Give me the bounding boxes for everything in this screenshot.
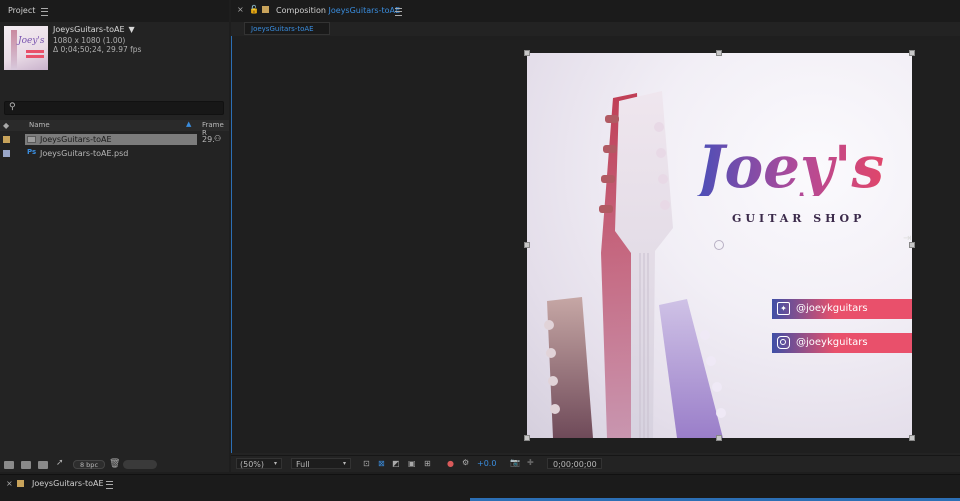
project-panel-header: Project [0,0,229,22]
grid-guides-icon[interactable]: ⊞ [424,459,431,468]
comp-breadcrumb-label: JoeysGuitars-toAE [251,25,314,33]
project-item-name: JoeysGuitars-toAE [40,135,112,144]
composition-viewer-toolbar: (50%) ▾ Full ▾ ⊡ ⊠ ◩ ▣ ⊞ ● ⚙ +0.0 📷 ✚ 0;00… [231,455,960,471]
new-composition-icon[interactable] [38,461,48,469]
composition-tab[interactable]: Composition JoeysGuitars-toAE [276,6,400,15]
column-name[interactable]: Name [29,121,50,129]
panel-menu-icon[interactable] [41,8,48,16]
twitter-handle: @joeykguitars [796,303,868,314]
mask-visibility-icon[interactable]: ◩ [392,459,400,468]
snapshot-camera-icon[interactable]: 📷 [510,458,520,467]
close-panel-icon[interactable]: × [237,5,244,14]
instagram-handle: @joeykguitars [796,337,868,348]
close-panel-icon[interactable]: × [6,479,13,488]
exposure-value[interactable]: +0.0 [477,459,496,468]
twitter-icon: ✦ [777,302,790,315]
logo-title: Joey's [697,133,885,201]
project-tab-label[interactable]: Project [8,6,35,15]
project-item-row[interactable]: Ps JoeysGuitars-toAE.psd [0,147,229,160]
anchor-point-icon[interactable] [714,240,724,250]
panel-menu-icon[interactable] [106,481,113,489]
instagram-bar: @joeykguitars [772,333,912,353]
project-item-frame-rate: 29. [202,135,215,144]
twitter-bar: ✦ @joeykguitars [772,299,912,319]
fast-previews-icon[interactable]: ⊡ [363,459,370,468]
show-snapshot-icon[interactable]: ✚ [527,458,534,467]
composition-panel-header: × 🔓 Composition JoeysGuitars-toAE [231,0,960,22]
search-icon: ⚲ [9,102,16,112]
region-of-interest-icon[interactable]: ▣ [408,459,416,468]
flowchart-icon[interactable]: ⚇ [214,134,221,143]
label-color-swatch[interactable] [3,136,10,143]
current-time-field[interactable]: 0;00;00;00 [547,458,602,469]
composition-icon [27,136,36,143]
label-color-swatch [17,480,24,487]
project-item-row[interactable]: JoeysGuitars-toAE 29. ⚇ [0,133,229,146]
comp-thumbnail: Joey's [4,26,48,70]
comp-size: 1080 x 1080 (1.00) [53,36,126,45]
transparency-grid-icon[interactable]: ⊠ [378,459,385,468]
thumbnail-logo: Joey's [18,36,45,46]
comp-artwork[interactable]: Joey's GUITAR SHOP ✦ @joeykguitars @joey… [527,53,912,438]
interpret-footage-icon[interactable] [4,461,14,469]
instagram-icon [777,336,790,349]
color-management-icon[interactable]: ⚙ [462,458,469,467]
project-search-input[interactable]: ⚲ [4,101,224,115]
logo-subtitle: GUITAR SHOP [732,212,866,225]
project-footer: ➚ 8 bpc 🗑 [0,457,229,472]
new-folder-icon[interactable] [21,461,31,469]
project-settings-icon[interactable]: ➚ [56,458,64,468]
project-columns-header: ◆ Name ▲ Frame R [0,120,229,137]
mouse-cursor-icon: ⇥ [903,233,912,244]
panel-menu-icon[interactable] [395,8,402,16]
bit-depth-button[interactable]: 8 bpc [73,460,105,469]
magnification-dropdown[interactable]: (50%) ▾ [236,458,282,469]
thumbnail-scroll[interactable] [123,460,157,469]
comp-breadcrumb-tab[interactable]: JoeysGuitars-toAE [244,22,330,35]
resolution-dropdown[interactable]: Full ▾ [291,458,351,469]
label-color-swatch [262,6,269,13]
trash-icon[interactable]: 🗑 [109,459,120,469]
project-panel [0,0,229,472]
photoshop-file-icon: Ps [27,148,37,156]
timeline-tab[interactable]: JoeysGuitars-toAE [32,479,104,488]
label-tag-icon[interactable]: ◆ [3,121,9,130]
project-item-name: JoeysGuitars-toAE.psd [40,149,129,158]
selected-comp-name: JoeysGuitars-toAE ▼ [53,25,135,34]
color-channels-icon[interactable]: ● [447,459,454,468]
dropdown-arrow-icon[interactable]: ▼ [129,25,135,34]
sort-arrow-icon[interactable]: ▲ [186,120,191,128]
lock-icon[interactable]: 🔓 [249,5,259,14]
comp-duration: Δ 0;04;50;24, 29.97 fps [53,45,142,54]
label-color-swatch[interactable] [3,150,10,157]
timeline-panel: × JoeysGuitars-toAE [0,474,960,501]
